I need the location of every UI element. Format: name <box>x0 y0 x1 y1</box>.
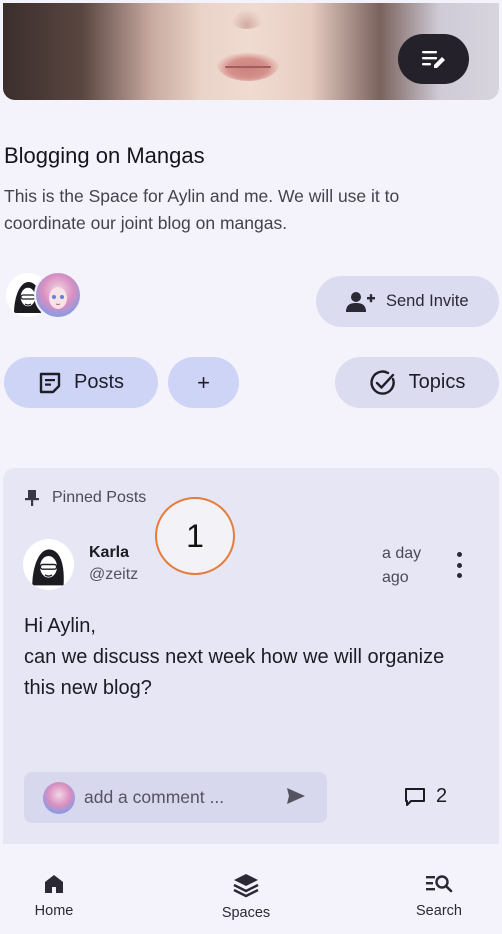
comment-icon <box>405 787 425 806</box>
member-avatars[interactable] <box>4 271 94 323</box>
tab-posts-label: Posts <box>73 371 125 393</box>
nav-home[interactable]: Home <box>28 872 80 919</box>
check-circle-icon <box>370 369 395 395</box>
edit-note-icon <box>421 51 445 68</box>
bottom-navigation: Home Spaces Search <box>0 844 502 934</box>
tab-posts[interactable]: Posts <box>4 357 158 408</box>
comment-input[interactable]: add a comment ... <box>24 772 327 823</box>
home-icon <box>45 875 63 893</box>
edit-space-button[interactable] <box>398 34 469 84</box>
comment-user-avatar <box>43 781 75 814</box>
comment-count-button[interactable]: 2 <box>404 785 447 808</box>
tab-topics[interactable]: Topics <box>335 357 499 408</box>
add-post-button[interactable]: + <box>168 357 239 408</box>
comment-count: 2 <box>436 785 448 807</box>
space-title: Blogging on Mangas <box>4 143 205 168</box>
post-author-name[interactable]: Karla <box>89 544 129 562</box>
pinned-posts-label: Pinned Posts <box>52 489 147 506</box>
pin-icon <box>25 490 39 506</box>
send-invite-button[interactable]: Send Invite <box>316 276 499 327</box>
aylin-portrait-icon <box>49 287 67 309</box>
send-invite-label: Send Invite <box>386 292 469 310</box>
banner-lip-line <box>225 66 271 68</box>
post-timestamp: a day ago <box>382 545 422 586</box>
tab-topics-label: Topics <box>408 371 466 393</box>
send-icon[interactable] <box>286 787 306 805</box>
comment-placeholder: add a comment ... <box>84 787 225 807</box>
search-list-icon <box>426 875 453 893</box>
nav-spaces[interactable]: Spaces <box>214 872 278 921</box>
post-author-handle: @zeitz <box>89 566 139 583</box>
post-more-menu-icon[interactable] <box>448 552 470 578</box>
annotation-marker: 1 <box>155 497 235 575</box>
person-add-icon <box>346 291 375 312</box>
nav-search[interactable]: Search <box>410 872 468 919</box>
nav-spaces-label: Spaces <box>221 905 271 921</box>
pinned-posts-header: Pinned Posts <box>24 489 146 507</box>
space-description: This is the Space for Aylin and me. We w… <box>4 186 400 233</box>
layers-icon <box>233 874 259 898</box>
banner-nose <box>231 9 263 29</box>
sticky-note-icon <box>39 372 61 393</box>
avatar-aylin <box>34 271 82 319</box>
post-body: Hi Aylin, can we discuss next week how w… <box>24 615 445 699</box>
nav-search-label: Search <box>416 903 462 919</box>
add-label: + <box>197 369 210 395</box>
karla-portrait-icon <box>32 549 64 586</box>
post-author-avatar[interactable] <box>23 539 74 590</box>
nav-home-label: Home <box>34 903 74 919</box>
